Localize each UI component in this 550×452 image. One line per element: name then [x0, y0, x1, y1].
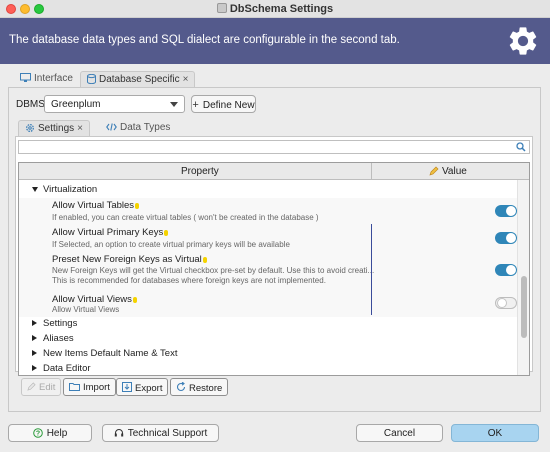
search-input[interactable]	[18, 140, 530, 154]
close-tab-icon[interactable]: ×	[183, 74, 189, 85]
chevron-down-icon	[170, 102, 178, 107]
dbms-select[interactable]: Greenplum	[44, 95, 185, 113]
group-row-data-editor[interactable]: Data Editor	[19, 362, 517, 375]
import-label: Import	[83, 382, 110, 393]
info-banner: The database data types and SQL dialect …	[0, 18, 550, 64]
close-tab-icon[interactable]: ×	[77, 123, 83, 134]
column-divider	[371, 163, 372, 180]
group-label: Virtualization	[43, 184, 98, 195]
scrollbar-thumb[interactable]	[521, 276, 527, 338]
code-icon	[106, 123, 117, 131]
collapsed-icon	[32, 350, 37, 356]
lightbulb-icon	[132, 297, 137, 303]
app-icon	[216, 3, 227, 13]
property-description: If enabled, you can create virtual table…	[52, 213, 319, 222]
ok-label: OK	[487, 428, 503, 439]
collapsed-icon	[32, 335, 37, 341]
table-header: Property Value	[19, 163, 529, 180]
tab-settings[interactable]: Settings ×	[18, 120, 90, 136]
property-name: Allow Virtual Primary Keys	[52, 227, 164, 238]
properties-table: Property Value Virtualization Allow Virt…	[18, 162, 530, 376]
group-label: Aliases	[43, 333, 74, 344]
group-label: Settings	[43, 318, 78, 329]
property-description: Allow Virtual Views	[52, 305, 120, 314]
pencil-icon	[27, 382, 36, 391]
group-row-aliases[interactable]: Aliases	[19, 332, 517, 347]
property-description: If Selected, an option to create virtual…	[52, 240, 290, 249]
dbms-selected-value: Greenplum	[51, 99, 101, 110]
tab-data-types[interactable]: Data Types	[100, 120, 176, 136]
tab-database-specific-label: Database Specific	[99, 74, 180, 85]
property-row[interactable]: Allow Virtual Views Allow Virtual Views	[19, 289, 517, 317]
vertical-scrollbar[interactable]	[517, 180, 529, 375]
restore-button[interactable]: Restore	[170, 378, 229, 396]
window-title: DbSchema Settings	[229, 3, 334, 15]
define-new-label: Define New	[202, 100, 255, 111]
toggle-allow-virtual-tables[interactable]	[495, 205, 517, 217]
restore-label: Restore	[189, 383, 223, 394]
toggle-allow-virtual-views[interactable]	[495, 297, 517, 309]
group-row-settings[interactable]: Settings	[19, 317, 517, 332]
database-icon	[87, 74, 96, 84]
headset-icon	[114, 429, 123, 437]
tab-interface[interactable]: Interface	[14, 71, 79, 87]
gear-icon	[26, 124, 34, 132]
banner-text: The database data types and SQL dialect …	[9, 34, 400, 46]
import-button[interactable]: Import	[63, 378, 116, 396]
svg-text:?: ?	[36, 431, 40, 438]
collapsed-icon	[32, 320, 37, 326]
column-header-value[interactable]: Value	[442, 166, 467, 177]
edit-label: Edit	[39, 382, 56, 393]
property-name: Allow Virtual Views	[52, 294, 132, 305]
ok-button[interactable]: OK	[451, 424, 539, 442]
help-icon: ?	[32, 428, 43, 438]
define-new-button[interactable]: + Define New	[191, 95, 256, 113]
tab-database-specific[interactable]: Database Specific ×	[80, 71, 196, 87]
group-label: New Items Default Name & Text	[43, 348, 178, 359]
collapsed-icon	[32, 365, 37, 371]
cancel-button[interactable]: Cancel	[356, 424, 443, 442]
selection-separator	[371, 224, 372, 315]
lightbulb-icon	[135, 203, 140, 209]
property-description: New Foreign Keys will get the Virtual ch…	[52, 266, 375, 275]
cancel-label: Cancel	[383, 428, 416, 439]
dbms-label: DBMS	[16, 99, 45, 110]
folder-icon	[69, 383, 80, 391]
group-row-new-items[interactable]: New Items Default Name & Text	[19, 347, 517, 362]
expanded-icon	[32, 187, 38, 192]
export-button[interactable]: Export	[116, 378, 169, 396]
group-label: Data Editor	[43, 363, 91, 374]
plus-icon: +	[192, 99, 199, 111]
tab-settings-label: Settings	[38, 123, 75, 134]
gear-icon	[509, 27, 537, 55]
pencil-icon	[429, 166, 439, 176]
export-icon	[122, 382, 132, 392]
column-header-property[interactable]: Property	[181, 166, 219, 177]
property-row[interactable]: Preset New Foreign Keys as Virtual New F…	[19, 251, 517, 289]
technical-support-button[interactable]: Technical Support	[102, 424, 219, 442]
lightbulb-icon	[202, 257, 207, 263]
edit-button[interactable]: Edit	[21, 378, 62, 396]
technical-support-label: Technical Support	[127, 428, 208, 439]
property-row[interactable]: Allow Virtual Tables If enabled, you can…	[19, 198, 517, 224]
tab-data-types-label: Data Types	[120, 122, 171, 133]
tab-interface-label: Interface	[34, 73, 73, 84]
help-label: Help	[46, 428, 68, 439]
export-label: Export	[135, 383, 163, 394]
group-row-virtualization[interactable]: Virtualization	[19, 183, 517, 198]
property-description: This is recommended for databases where …	[52, 276, 326, 285]
search-icon	[516, 142, 526, 152]
title-bar: DbSchema Settings	[0, 0, 550, 18]
restore-icon	[176, 382, 186, 392]
monitor-icon	[20, 73, 31, 82]
property-name: Preset New Foreign Keys as Virtual	[52, 254, 202, 265]
toggle-allow-virtual-primary-keys[interactable]	[495, 232, 517, 244]
lightbulb-icon	[164, 230, 169, 236]
property-row[interactable]: Allow Virtual Primary Keys If Selected, …	[19, 224, 517, 251]
toggle-preset-foreign-keys-virtual[interactable]	[495, 264, 517, 276]
property-name: Allow Virtual Tables	[52, 200, 135, 211]
help-button[interactable]: ? Help	[8, 424, 92, 442]
